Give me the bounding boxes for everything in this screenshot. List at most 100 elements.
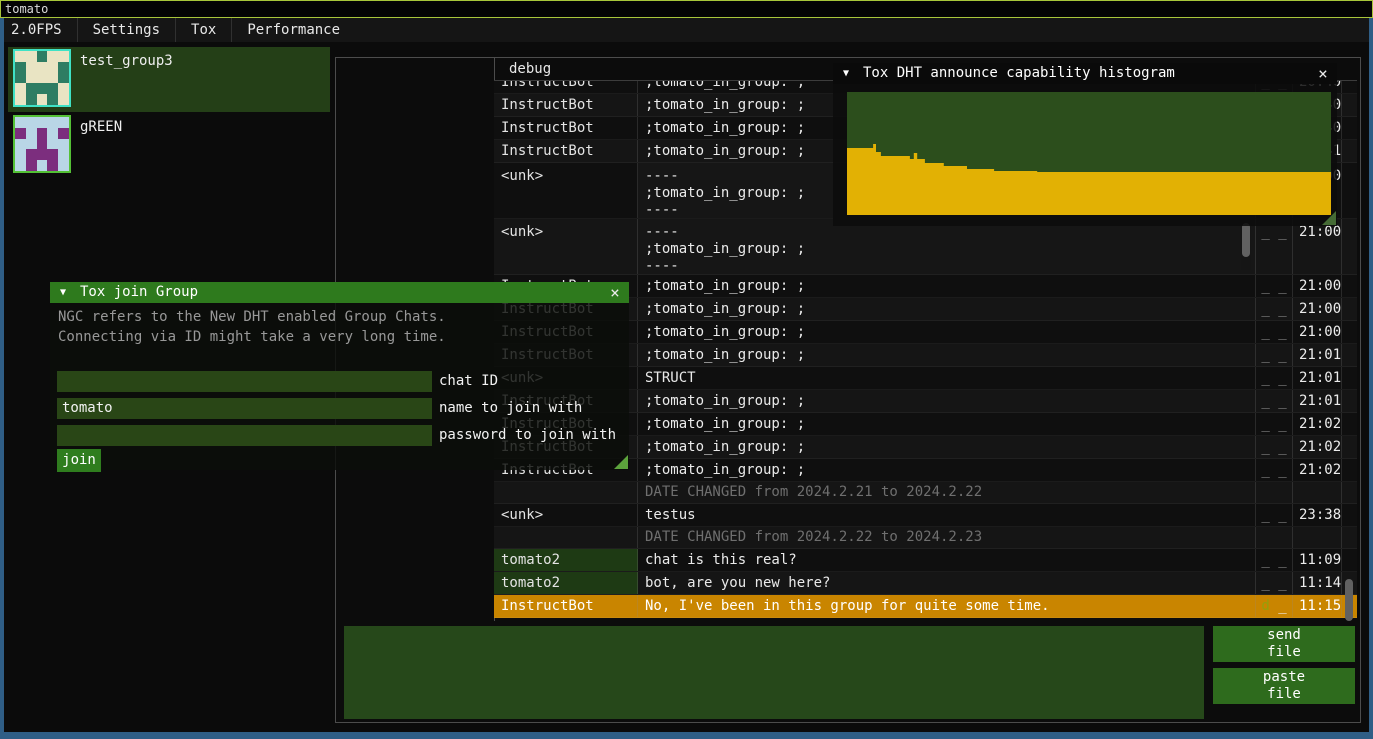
timestamp-cell: 11:09 [1293,549,1342,571]
delivery-tick: _ [1261,224,1269,240]
dht-histogram-title: Tox DHT announce capability histogram [863,63,1175,84]
avatar-pixel [15,149,26,160]
collapse-arrow-icon[interactable]: ▼ [60,282,66,303]
delivery-ticks-cell [1256,527,1293,548]
join-group-titlebar[interactable]: ▼ Tox join Group × [50,282,629,303]
resize-grip-icon[interactable] [1322,211,1336,225]
avatar-pixel [37,62,48,73]
delivery-ticks-cell: d _ [1256,595,1293,617]
avatar-pixel [58,149,69,160]
window-frame-bottom [0,732,1373,739]
avatar-pixel [26,149,37,160]
sender-name-cell: tomato2 [494,549,638,571]
avatar-pixel [37,83,48,94]
delivery-ticks-cell [1256,482,1293,503]
sender-name-cell: tomato2 [494,572,638,594]
chat-row[interactable]: tomato2chat is this real?_ _11:09 [494,549,1357,572]
delivery-tick: _ [1261,393,1269,409]
delivery-ticks-cell: _ _ [1256,459,1293,481]
dht-histogram-titlebar[interactable]: ▼ Tox DHT announce capability histogram … [833,63,1337,84]
avatar-pixel [15,51,26,62]
avatar-pixel [47,94,58,105]
message-cell: DATE CHANGED from 2024.2.21 to 2024.2.22 [638,482,1256,503]
avatar-pixel [15,62,26,73]
chat-row[interactable]: <unk>testus_ _23:38 [494,504,1357,527]
sender-name-cell: InstructBot [494,140,638,162]
join-group-body: NGC refers to the New DHT enabled Group … [50,303,629,470]
timestamp-cell: 21:02 [1293,413,1342,435]
avatar-pixel [15,160,26,171]
avatar-pixel [26,62,37,73]
tab-debug[interactable]: debug [509,61,551,77]
message-line: ---- [645,224,1255,241]
close-icon[interactable]: × [1315,63,1331,84]
menu-item-2-0fps[interactable]: 2.0FPS [4,18,77,42]
avatar-pixel [15,117,26,128]
message-cell: bot, are you new here? [638,572,1256,594]
group-item-green[interactable]: gREEN [8,113,330,178]
sender-name-cell: InstructBot [494,117,638,139]
avatar-pixel [58,117,69,128]
delivery-tick: _ [1270,301,1287,317]
delivery-tick: _ [1261,416,1269,432]
avatar-pixel [26,73,37,84]
message-cell: ;tomato_in_group: ; [638,298,1256,320]
name-to-join-with-label: name to join with [439,398,582,419]
avatar-pixel [26,117,37,128]
chat-row[interactable]: <unk>----;tomato_in_group: ;----_ _21:00 [494,219,1357,275]
message-input[interactable] [344,626,1204,719]
row-padding-cell [1342,504,1357,526]
delivery-tick: _ [1261,301,1269,317]
row-padding-cell [1342,482,1357,503]
row-padding-cell [1342,390,1357,412]
window-titlebar[interactable]: tomato [0,0,1373,18]
message-cell: ;tomato_in_group: ; [638,459,1256,481]
timestamp-cell [1293,482,1342,503]
send-file-button[interactable]: send file [1213,626,1355,662]
row-padding-cell [1342,275,1357,297]
row-padding-cell [1342,140,1357,162]
join-group-title: Tox join Group [80,282,198,303]
timestamp-cell: 21:00 [1293,275,1342,297]
chat-row[interactable]: DATE CHANGED from 2024.2.22 to 2024.2.23 [494,527,1357,549]
menu-item-tox[interactable]: Tox [176,18,231,42]
row-padding-cell [1342,94,1357,116]
avatar-pixel [37,139,48,150]
chat-row[interactable]: InstructBotNo, I've been in this group f… [494,595,1357,618]
message-cell: STRUCT [638,367,1256,389]
ngc-info-line: NGC refers to the New DHT enabled Group … [58,309,446,325]
name-to-join-with-input[interactable]: tomato [57,398,432,419]
paste-file-button[interactable]: paste file [1213,668,1355,704]
row-padding-cell [1342,163,1357,218]
chat-scrollbar[interactable] [1345,579,1353,621]
delivery-ticks-cell: _ _ [1256,413,1293,435]
chat-row[interactable]: tomato2bot, are you new here?_ _11:14 [494,572,1357,595]
menu-item-settings[interactable]: Settings [78,18,175,42]
group-avatar [13,49,71,107]
sender-name-cell: <unk> [494,163,638,218]
row-padding-cell [1342,344,1357,366]
sender-name-cell [494,482,638,503]
resize-grip-icon[interactable] [614,455,628,469]
avatar-pixel [47,149,58,160]
message-scrollbar[interactable] [1242,223,1250,257]
avatar-pixel [47,128,58,139]
chat-row[interactable]: DATE CHANGED from 2024.2.21 to 2024.2.22 [494,482,1357,504]
password-to-join-with-label: password to join with [439,425,616,446]
avatar-pixel [47,139,58,150]
app-window: tomato 2.0FPSSettingsToxPerformance test… [0,0,1373,739]
delivery-ticks-cell: _ _ [1256,504,1293,526]
menu-bar: 2.0FPSSettingsToxPerformance [4,18,1369,42]
join-group-window: ▼ Tox join Group × NGC refers to the New… [50,282,629,470]
collapse-arrow-icon[interactable]: ▼ [843,63,849,84]
join-button[interactable]: join [57,449,101,472]
group-item-test-group3[interactable]: test_group3 [8,47,330,112]
menu-item-performance[interactable]: Performance [232,18,355,42]
message-cell: ;tomato_in_group: ; [638,436,1256,458]
chat-id-input[interactable] [57,371,432,392]
group-name-label: test_group3 [80,53,173,69]
close-icon[interactable]: × [607,282,623,303]
password-to-join-with-input[interactable] [57,425,432,446]
sender-name-cell: InstructBot [494,595,638,617]
avatar-pixel [26,160,37,171]
